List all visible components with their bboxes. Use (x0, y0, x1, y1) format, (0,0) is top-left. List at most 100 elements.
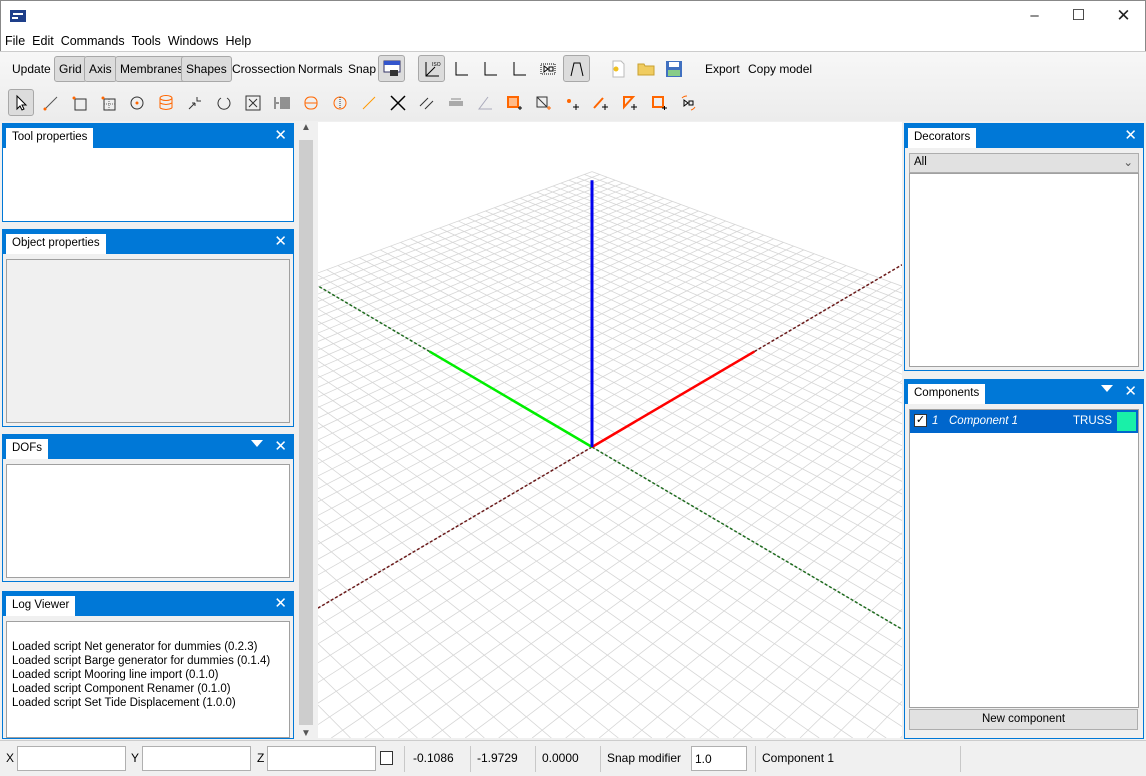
x-input[interactable] (17, 746, 126, 771)
fit-view-icon[interactable] (534, 55, 561, 82)
close-window-button[interactable]: ✕ (1101, 1, 1146, 32)
crossection-button[interactable]: Crossection (227, 56, 300, 82)
update-button[interactable]: Update (7, 56, 56, 82)
draw-circle-icon[interactable] (123, 89, 150, 116)
new-file-icon[interactable] (604, 55, 631, 82)
grid-line (318, 439, 720, 738)
perspective-icon[interactable] (563, 55, 590, 82)
menu-edit[interactable]: Edit (28, 31, 57, 48)
snap-modifier-input[interactable]: 1.0 (691, 746, 747, 771)
menu-tools[interactable]: Tools (128, 31, 164, 48)
maximize-button[interactable]: ☐ (1056, 1, 1101, 32)
iso-view-icon[interactable]: ISO (418, 55, 445, 82)
component-color-swatch[interactable] (1117, 412, 1136, 431)
rotate-icon[interactable] (210, 89, 237, 116)
select-region-icon[interactable] (674, 89, 701, 116)
grid-line (318, 333, 902, 706)
copy-model-button[interactable]: Copy model (743, 56, 817, 82)
level-icon[interactable] (442, 89, 469, 116)
cursor-y-readout: -1.9729 (477, 751, 518, 765)
decorators-list (909, 173, 1139, 367)
grid-line (431, 396, 902, 738)
menu-file[interactable]: File (1, 31, 28, 48)
component-type: TRUSS (1073, 415, 1112, 427)
dropdown-arrow-icon[interactable] (1101, 385, 1113, 392)
grid-line (318, 242, 784, 477)
view-zy-icon[interactable] (505, 55, 532, 82)
log-line: Loaded script Net generator for dummies … (12, 641, 258, 653)
line-shape-icon[interactable] (355, 89, 382, 116)
grid-line (531, 448, 902, 738)
array-icon[interactable] (268, 89, 295, 116)
scroll-down-icon[interactable]: ▼ (297, 728, 315, 739)
normals-button[interactable]: Normals (293, 56, 348, 82)
close-icon[interactable]: ✕ (1124, 382, 1137, 400)
snap-button[interactable]: Snap (343, 56, 381, 82)
add-membrane-icon[interactable] (500, 89, 527, 116)
grid-line (318, 673, 385, 738)
lock-view-icon[interactable] (378, 55, 405, 82)
grid-toggle[interactable]: Grid (54, 56, 87, 82)
minimize-button[interactable]: – (1012, 1, 1057, 32)
menu-windows[interactable]: Windows (164, 31, 222, 48)
view-zx-icon[interactable] (476, 55, 503, 82)
y-input[interactable] (142, 746, 251, 771)
left-scrollbar[interactable]: ▲ ▼ (297, 122, 315, 739)
scene-canvas[interactable] (318, 122, 902, 738)
new-component-button[interactable]: New component (909, 709, 1138, 730)
sphere-shape-icon[interactable] (326, 89, 353, 116)
menu-commands[interactable]: Commands (57, 31, 128, 48)
toolbar: Update Grid Axis Membranes Shapes Crosse… (0, 51, 1146, 121)
draw-rectangle-icon[interactable] (65, 89, 92, 116)
close-icon[interactable]: ✕ (1124, 126, 1137, 144)
grid-line (318, 540, 552, 738)
chevron-down-icon: ⌄ (1123, 157, 1133, 169)
grid-line (318, 281, 892, 626)
scale-icon[interactable] (239, 89, 266, 116)
draw-mesh-icon[interactable] (94, 89, 121, 116)
component-row[interactable]: ✓ 1 Component 1 TRUSS (910, 410, 1138, 433)
decorators-filter-select[interactable]: All ⌄ (909, 153, 1139, 173)
close-icon[interactable]: ✕ (274, 594, 287, 612)
dropdown-arrow-icon[interactable] (251, 440, 263, 447)
grid-line (318, 197, 665, 342)
scroll-up-icon[interactable]: ▲ (297, 122, 315, 133)
add-triangle-icon[interactable] (616, 89, 643, 116)
grid-line (318, 227, 745, 430)
iso-label: ISO (432, 62, 441, 68)
add-diagonal-membrane-icon[interactable] (529, 89, 556, 116)
intersect-icon[interactable] (384, 89, 411, 116)
add-line-icon[interactable] (587, 89, 614, 116)
close-icon[interactable]: ✕ (274, 437, 287, 455)
membranes-toggle[interactable]: Membranes (115, 56, 189, 82)
close-icon[interactable]: ✕ (274, 232, 287, 250)
cylinder-shape-icon[interactable] (297, 89, 324, 116)
grid-line (318, 286, 902, 645)
coordinate-checkbox[interactable] (380, 751, 393, 765)
tool-properties-title: Tool properties (6, 128, 94, 148)
select-pointer-icon[interactable] (8, 89, 34, 116)
dofs-title: DOFs (6, 439, 49, 459)
parallel-icon[interactable] (413, 89, 440, 116)
angle-icon[interactable] (471, 89, 498, 116)
move-icon[interactable] (181, 89, 208, 116)
add-quad-icon[interactable] (645, 89, 672, 116)
component-visible-checkbox[interactable]: ✓ (914, 414, 927, 427)
shapes-toggle[interactable]: Shapes (181, 56, 232, 82)
save-icon[interactable] (660, 55, 687, 82)
3d-viewport[interactable] (318, 122, 902, 738)
z-input[interactable] (267, 746, 376, 771)
grid-line (400, 242, 902, 495)
menu-help[interactable]: Help (222, 31, 255, 48)
export-button[interactable]: Export (700, 56, 745, 82)
decorators-filter-value: All (914, 156, 927, 168)
grid-line (318, 274, 902, 613)
close-icon[interactable]: ✕ (274, 126, 287, 144)
view-yx-icon[interactable] (447, 55, 474, 82)
scrollbar-thumb[interactable] (299, 140, 313, 725)
draw-line-icon[interactable] (37, 89, 64, 116)
open-folder-icon[interactable] (632, 55, 659, 82)
add-point-icon[interactable] (558, 89, 585, 116)
axis-toggle[interactable]: Axis (84, 56, 117, 82)
draw-cylinder-icon[interactable] (152, 89, 179, 116)
